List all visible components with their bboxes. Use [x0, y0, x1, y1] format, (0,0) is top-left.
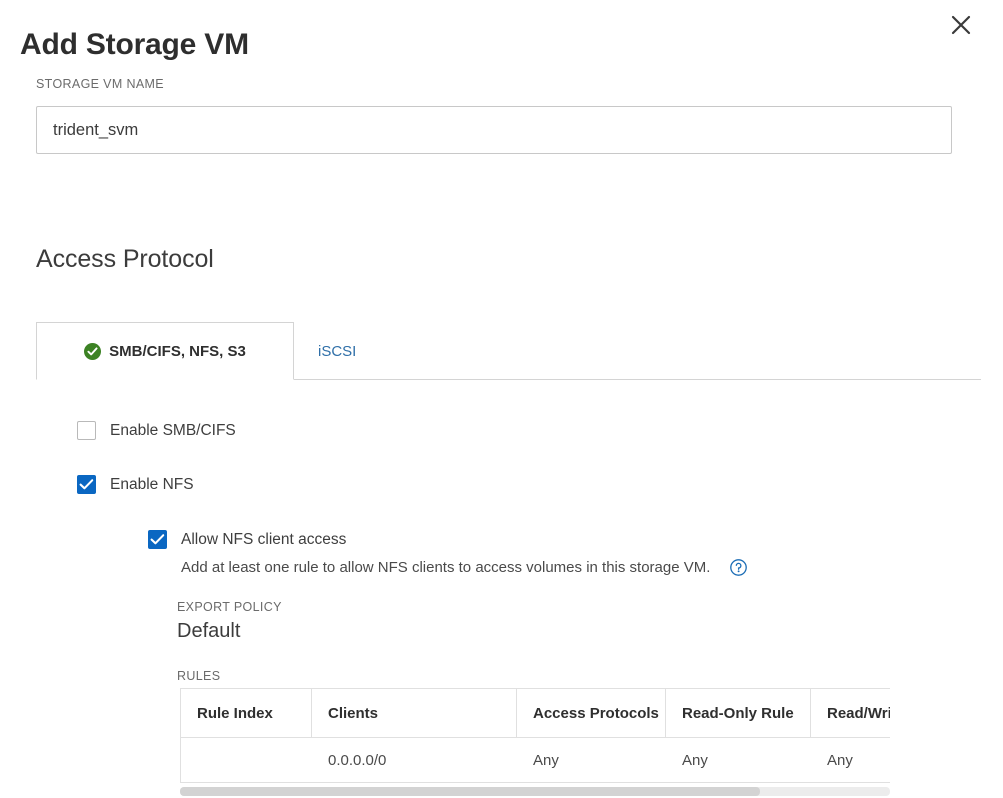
allow-nfs-client-access-description-row: Add at least one rule to allow NFS clien… — [181, 558, 747, 577]
rules-table-container: Rule Index Clients Access Protocols Read… — [180, 688, 890, 798]
table-header-row: Rule Index Clients Access Protocols Read… — [181, 689, 891, 738]
enable-nfs-checkbox[interactable] — [77, 475, 96, 494]
checkbox-row-enable-smb-cifs[interactable]: Enable SMB/CIFS — [77, 421, 236, 440]
export-policy-label: EXPORT POLICY — [177, 600, 282, 614]
column-header-read-write-rule[interactable]: Read/Write Rule — [811, 689, 891, 738]
cell-read-write-rule: Any — [811, 738, 891, 783]
table-row[interactable]: 0.0.0.0/0 Any Any Any — [181, 738, 891, 783]
allow-nfs-client-access-description: Add at least one rule to allow NFS clien… — [181, 558, 710, 577]
checkbox-row-enable-nfs[interactable]: Enable NFS — [77, 475, 194, 494]
tab-label: SMB/CIFS, NFS, S3 — [109, 343, 246, 360]
rules-label: RULES — [177, 669, 220, 683]
cell-access-protocols: Any — [517, 738, 666, 783]
tab-smb-cifs-nfs-s3[interactable]: SMB/CIFS, NFS, S3 — [36, 322, 294, 380]
storage-vm-name-input[interactable] — [36, 106, 952, 154]
allow-nfs-client-access-block: Allow NFS client access Add at least one… — [181, 530, 747, 577]
tab-label: iSCSI — [318, 343, 356, 360]
check-circle-icon — [84, 343, 101, 360]
checkbox-row-allow-nfs-client-access[interactable]: Allow NFS client access Add at least one… — [148, 530, 747, 577]
close-button[interactable] — [946, 10, 976, 40]
column-header-rule-index[interactable]: Rule Index — [181, 689, 312, 738]
cell-rule-index — [181, 738, 312, 783]
enable-smb-cifs-checkbox[interactable] — [77, 421, 96, 440]
rules-table-header: Rule Index Clients Access Protocols Read… — [181, 689, 891, 738]
scrollbar-thumb[interactable] — [180, 787, 760, 796]
help-circle-icon[interactable] — [730, 559, 747, 576]
column-header-clients[interactable]: Clients — [312, 689, 517, 738]
page-title: Add Storage VM — [20, 30, 249, 60]
allow-nfs-client-access-checkbox[interactable] — [148, 530, 167, 549]
enable-nfs-label: Enable NFS — [110, 475, 194, 494]
allow-nfs-client-access-label: Allow NFS client access — [181, 530, 747, 549]
cell-clients: 0.0.0.0/0 — [312, 738, 517, 783]
dialog-header: Add Storage VM — [0, 0, 1003, 78]
column-header-read-only-rule[interactable]: Read-Only Rule — [666, 689, 811, 738]
rules-table-body: 0.0.0.0/0 Any Any Any — [181, 738, 891, 783]
export-policy-value: Default — [177, 619, 240, 643]
access-protocol-tabs: SMB/CIFS, NFS, S3 iSCSI — [36, 322, 981, 380]
enable-smb-cifs-label: Enable SMB/CIFS — [110, 421, 236, 440]
access-protocol-heading: Access Protocol — [36, 247, 214, 272]
cell-read-only-rule: Any — [666, 738, 811, 783]
tab-iscsi[interactable]: iSCSI — [318, 322, 418, 380]
rules-table-horizontal-scrollbar[interactable] — [180, 787, 890, 796]
close-icon — [950, 14, 972, 36]
rules-table: Rule Index Clients Access Protocols Read… — [180, 688, 890, 783]
column-header-access-protocols[interactable]: Access Protocols — [517, 689, 666, 738]
storage-vm-name-label: STORAGE VM NAME — [36, 77, 164, 91]
